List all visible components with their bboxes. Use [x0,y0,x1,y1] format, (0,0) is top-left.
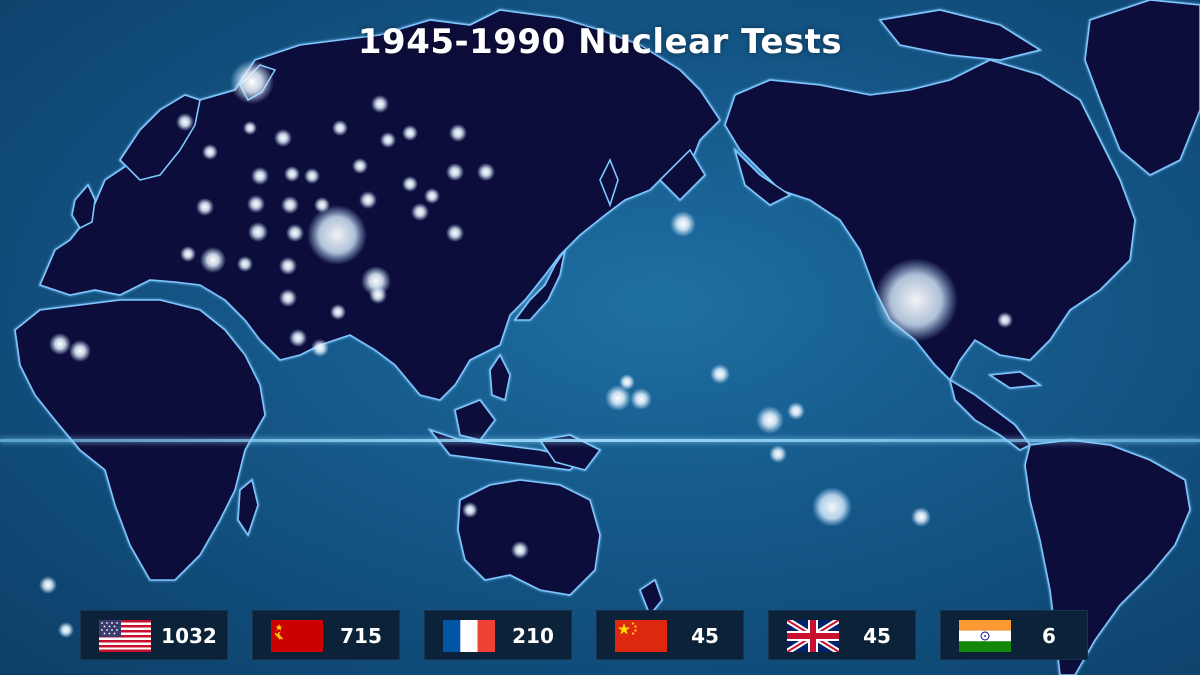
map-view: 1945-1990 Nuclear Tests 1032 715 210 45 … [0,0,1200,675]
legend-count: 1032 [161,624,217,648]
world-map [14,0,1200,675]
legend-item-soviet-union: 715 [252,610,400,660]
legend-item-china: 45 [596,610,744,660]
legend-count: 715 [340,624,382,648]
legend-item-united-states: 1032 [80,610,228,660]
legend-count: 6 [1042,624,1056,648]
uk-flag-icon [787,620,839,652]
test-count-legend: 1032 715 210 45 45 6 [80,610,1090,662]
page-title: 1945-1990 Nuclear Tests [357,22,843,62]
ussr-flag-icon [271,620,323,652]
legend-count: 210 [512,624,554,648]
legend-count: 45 [691,624,719,648]
cuba-landmass [987,371,1043,389]
british-isles-landmass [71,183,96,230]
legend-count: 45 [863,624,891,648]
borneo-landmass [454,399,496,441]
philippines-landmass [489,353,511,402]
india-flag-icon [959,620,1011,652]
australia-landmass [457,479,601,596]
china-flag-icon [615,620,667,652]
france-flag-icon [443,620,495,652]
legend-item-united-kingdom: 45 [768,610,916,660]
legend-item-india: 6 [940,610,1088,660]
legend-item-france: 210 [424,610,572,660]
madagascar-landmass [237,478,259,537]
equator-line [0,439,1200,442]
us-flag-icon [99,620,151,652]
